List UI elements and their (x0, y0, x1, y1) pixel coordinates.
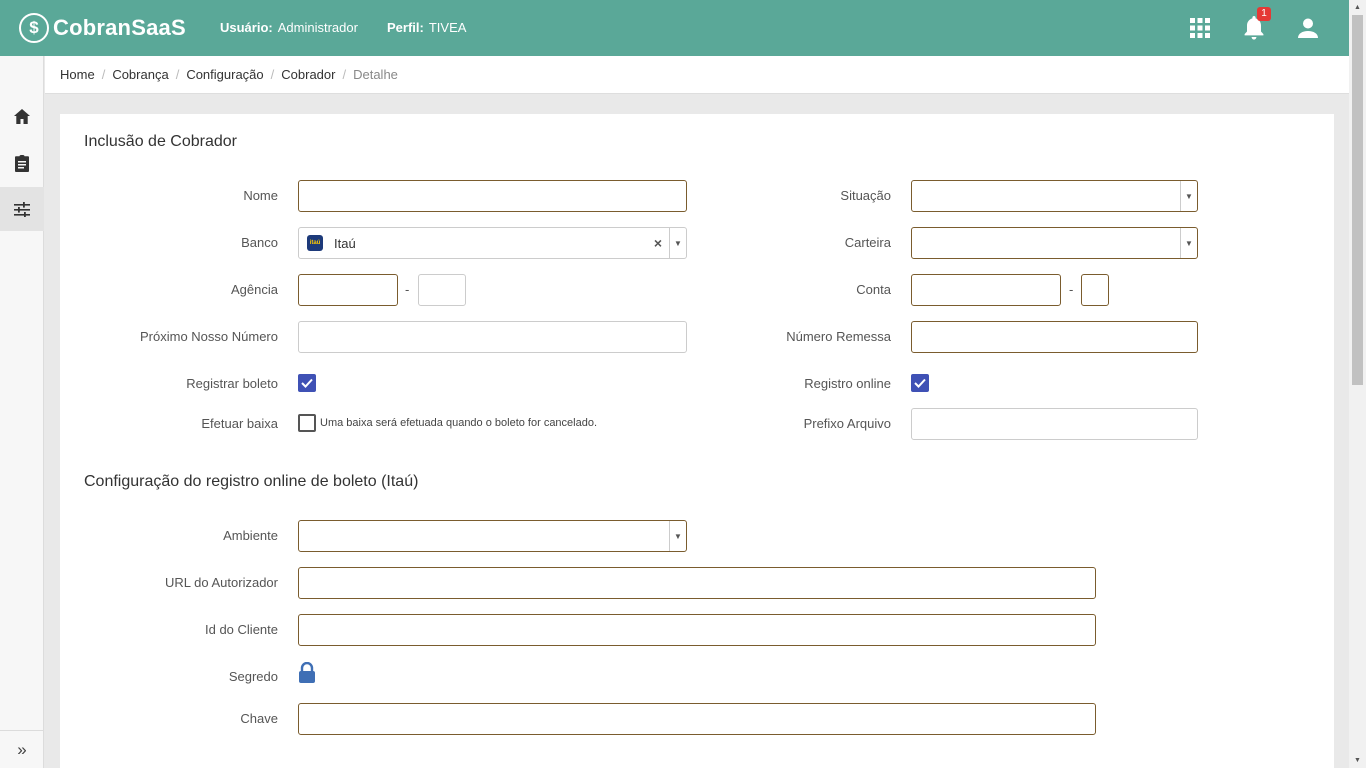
online-config-title: Configuração do registro online de bolet… (84, 473, 419, 490)
sidebar: » (0, 56, 44, 768)
breadcrumb: Home / Cobrança / Configuração / Cobrado… (45, 56, 1349, 94)
numero-remessa-input[interactable] (911, 321, 1198, 353)
registro-online-label: Registro online (804, 376, 891, 391)
id-cliente-label: Id do Cliente (205, 622, 278, 637)
situacao-label: Situação (840, 188, 891, 203)
app-logo[interactable]: $ CobranSaaS (19, 11, 186, 45)
expand-sidebar-icon[interactable]: » (0, 730, 44, 768)
proximo-nosso-numero-label: Próximo Nosso Número (140, 329, 278, 344)
chevron-down-icon[interactable]: ▼ (669, 521, 686, 551)
banco-select[interactable]: itaú Itaú × ▼ (298, 227, 687, 259)
numero-remessa-label: Número Remessa (786, 329, 891, 344)
scrollbar-thumb[interactable] (1352, 15, 1363, 385)
banco-value: Itaú (334, 236, 356, 251)
url-autorizador-input[interactable] (298, 567, 1096, 599)
logo-icon: $ (19, 13, 49, 43)
conta-dv-input[interactable] (1081, 274, 1109, 306)
page-title: Inclusão de Cobrador (84, 133, 237, 150)
user-label: Usuário: (220, 20, 273, 35)
efetuar-baixa-hint: Uma baixa será efetuada quando o boleto … (320, 417, 598, 429)
apps-grid-icon[interactable] (1187, 15, 1213, 41)
breadcrumb-configuracao[interactable]: Configuração (186, 67, 263, 82)
home-icon[interactable] (0, 94, 44, 138)
page-scrollbar[interactable]: ▲ ▼ (1349, 0, 1366, 768)
scroll-down-icon[interactable]: ▼ (1349, 753, 1366, 768)
agencia-dash: - (405, 282, 410, 297)
carteira-label: Carteira (844, 235, 891, 250)
itau-logo-icon: itaú (307, 235, 323, 251)
registro-online-checkbox[interactable] (911, 374, 929, 392)
situacao-select[interactable]: ▼ (911, 180, 1198, 212)
profile-label: Perfil: (387, 20, 424, 35)
efetuar-baixa-checkbox[interactable] (298, 414, 316, 432)
breadcrumb-separator: / (175, 67, 180, 82)
breadcrumb-separator: / (270, 67, 275, 82)
nome-input[interactable] (298, 180, 687, 212)
clipboard-icon[interactable] (0, 141, 44, 185)
profile-value: TIVEA (428, 20, 467, 35)
registrar-boleto-label: Registrar boleto (186, 376, 278, 391)
clear-icon[interactable]: × (654, 235, 662, 251)
agencia-input[interactable] (298, 274, 398, 306)
user-icon[interactable] (1295, 15, 1321, 41)
sliders-icon[interactable] (0, 187, 44, 231)
chevron-down-icon[interactable]: ▼ (1180, 181, 1197, 211)
agencia-dv-input[interactable] (418, 274, 466, 306)
user-info: Usuário: Administrador (220, 20, 358, 35)
scroll-up-icon[interactable]: ▲ (1349, 0, 1366, 15)
registrar-boleto-checkbox[interactable] (298, 374, 316, 392)
breadcrumb-cobranca[interactable]: Cobrança (112, 67, 168, 82)
ambiente-label: Ambiente (223, 528, 278, 543)
chevron-down-icon[interactable]: ▼ (1180, 228, 1197, 258)
breadcrumb-separator: / (101, 67, 106, 82)
check-icon (914, 378, 926, 388)
carteira-select[interactable]: ▼ (911, 227, 1198, 259)
breadcrumb-cobrador[interactable]: Cobrador (281, 67, 335, 82)
conta-label: Conta (856, 282, 891, 297)
prefixo-arquivo-label: Prefixo Arquivo (803, 416, 891, 431)
id-cliente-input[interactable] (298, 614, 1096, 646)
url-autorizador-label: URL do Autorizador (165, 575, 278, 590)
proximo-nosso-numero-input[interactable] (298, 321, 687, 353)
lock-icon[interactable] (298, 662, 316, 684)
form-panel: Inclusão de Cobrador Nome Situação ▼ Ban… (60, 114, 1334, 768)
chave-label: Chave (240, 711, 278, 726)
user-value: Administrador (277, 20, 358, 35)
agencia-label: Agência (231, 282, 278, 297)
prefixo-arquivo-input[interactable] (911, 408, 1198, 440)
breadcrumb-home[interactable]: Home (60, 67, 95, 82)
check-icon (301, 378, 313, 388)
breadcrumb-separator: / (342, 67, 347, 82)
conta-input[interactable] (911, 274, 1061, 306)
breadcrumb-detalhe: Detalhe (353, 67, 398, 82)
profile-info: Perfil: TIVEA (387, 20, 466, 35)
banco-label: Banco (241, 235, 278, 250)
bell-icon[interactable]: 1 (1241, 7, 1271, 41)
efetuar-baixa-label: Efetuar baixa (201, 416, 278, 431)
app-name: CobranSaaS (53, 15, 186, 40)
top-header: $ CobranSaaS Usuário: Administrador Perfi… (0, 0, 1349, 56)
nome-label: Nome (243, 188, 278, 203)
chevron-down-icon[interactable]: ▼ (669, 228, 686, 258)
ambiente-select[interactable]: ▼ (298, 520, 687, 552)
conta-dash: - (1069, 282, 1074, 297)
chave-input[interactable] (298, 703, 1096, 735)
segredo-label: Segredo (228, 669, 278, 684)
notification-badge: 1 (1257, 7, 1271, 21)
